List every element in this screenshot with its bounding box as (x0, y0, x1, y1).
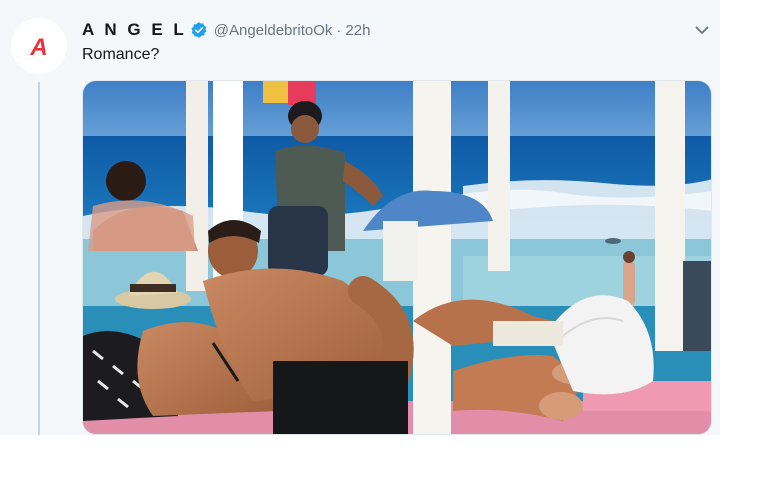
tweet-card[interactable]: A A N G E L @AngeldebritoOk · 22h Romanc… (0, 0, 720, 435)
tweet-text: Romance? (82, 46, 160, 63)
brand-logo-icon: A (29, 34, 47, 61)
verified-badge-icon (190, 21, 208, 39)
chevron-down-icon[interactable] (694, 22, 710, 38)
display-name[interactable]: A N G E L (82, 20, 187, 40)
avatar[interactable]: A (11, 18, 67, 74)
thread-line (38, 82, 40, 435)
avatar-letter: A (29, 34, 47, 61)
tweet-photo[interactable] (82, 80, 712, 435)
separator-dot: · (336, 21, 342, 39)
user-handle[interactable]: @AngeldebritoOk (214, 22, 333, 39)
timestamp[interactable]: 22h (345, 22, 370, 39)
tweet-header: A N G E L @AngeldebritoOk · 22h (82, 19, 370, 41)
beach-photo-image (83, 81, 711, 434)
